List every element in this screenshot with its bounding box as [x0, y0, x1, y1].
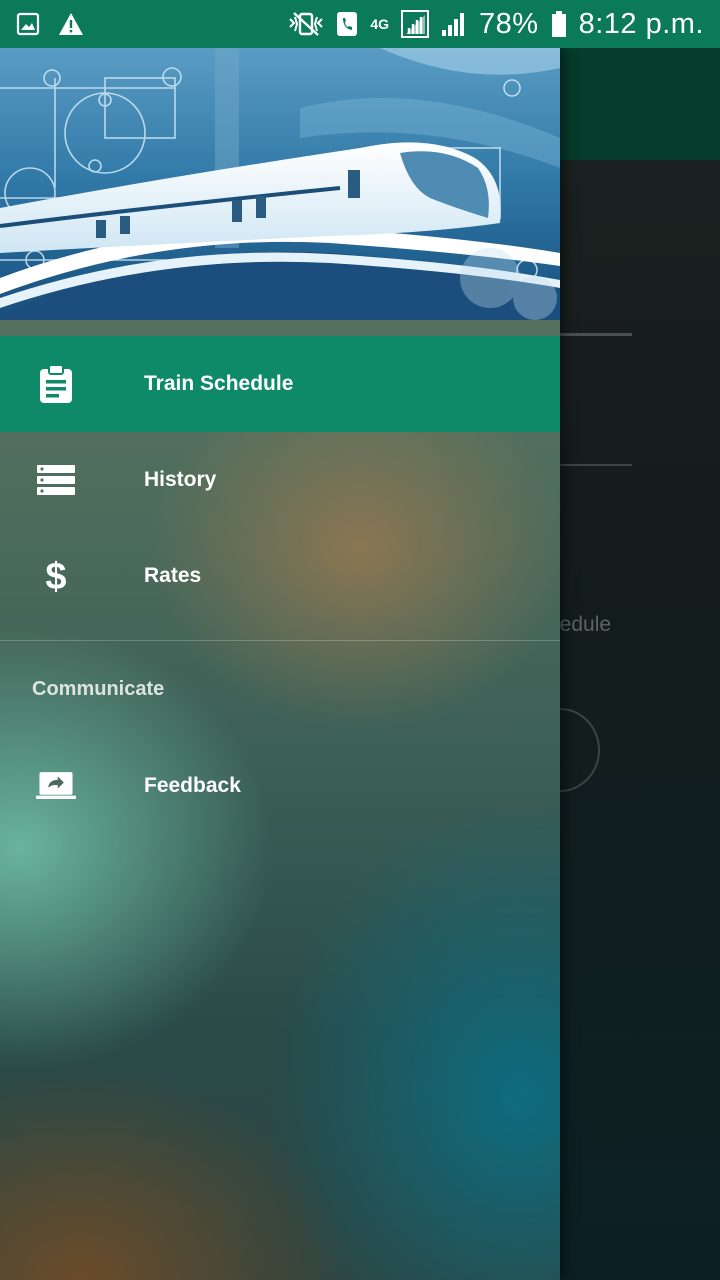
- svg-text:$: $: [45, 556, 66, 596]
- nav-item-train-schedule[interactable]: Train Schedule: [0, 336, 560, 432]
- battery-percent: 78%: [479, 7, 539, 40]
- signal-icon: [401, 10, 430, 38]
- train-header-image: [0, 48, 560, 320]
- nav-item-feedback[interactable]: Feedback: [0, 738, 560, 834]
- nav-item-label: Rates: [144, 564, 202, 587]
- nav-item-rates[interactable]: $ Rates: [0, 528, 560, 624]
- nav-item-label: History: [144, 468, 217, 491]
- section-title: Communicate: [32, 678, 165, 700]
- vibrate-icon: [288, 11, 324, 37]
- clock: 8:12 p.m.: [578, 7, 704, 40]
- clipboard-icon: [36, 364, 76, 404]
- section-divider: [0, 640, 560, 641]
- input-underline: [560, 464, 632, 466]
- list-icon: [36, 460, 76, 500]
- input-underline: [560, 333, 632, 336]
- navigation-drawer: Train Schedule History $ Rates Communica…: [0, 48, 560, 1280]
- signal-icon: [441, 11, 467, 37]
- warning-icon: [58, 12, 84, 36]
- call-icon: [336, 11, 358, 37]
- feedback-share-icon: [36, 766, 76, 806]
- dollar-icon: $: [36, 556, 76, 596]
- nav-item-history[interactable]: History: [0, 432, 560, 528]
- battery-icon: [551, 10, 567, 38]
- nav-item-label: Feedback: [144, 774, 241, 797]
- lte-icon: 4G: [370, 16, 390, 32]
- gallery-icon: [16, 12, 40, 36]
- status-bar: 4G 78% 8:12 p.m.: [0, 0, 720, 48]
- nav-item-label: Train Schedule: [144, 372, 294, 395]
